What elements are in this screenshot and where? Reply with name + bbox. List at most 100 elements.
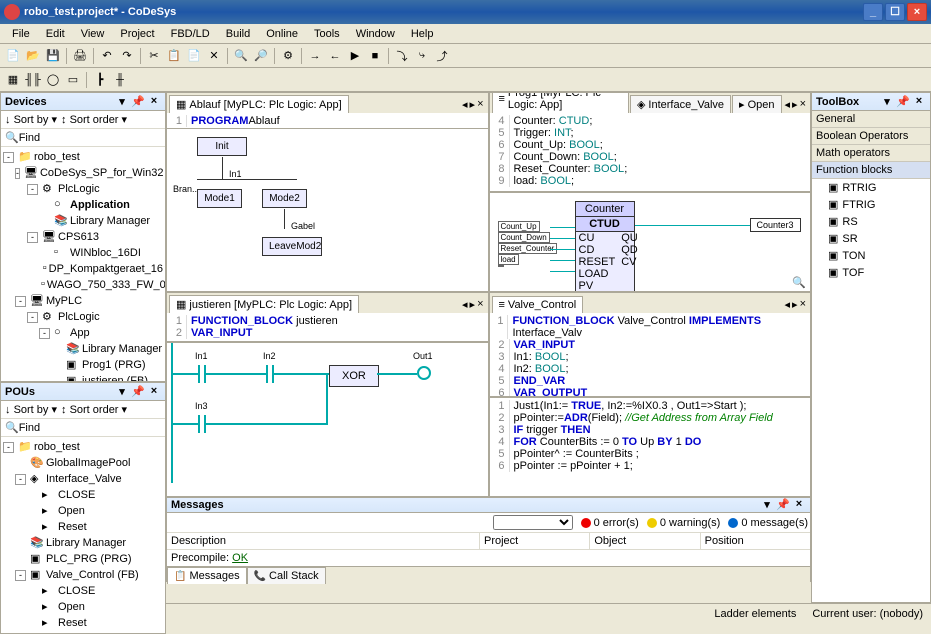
menu-edit[interactable]: Edit — [38, 26, 73, 42]
toolbox-item[interactable]: ▣RTRIG — [812, 179, 930, 196]
tree-item[interactable]: ▣Prog1 (PRG) — [3, 357, 163, 373]
menu-fbdld[interactable]: FBD/LD — [163, 26, 218, 42]
find-icon[interactable]: 🔍 — [5, 131, 19, 144]
step-into-icon[interactable]: ⤷ — [413, 47, 431, 65]
menu-build[interactable]: Build — [218, 26, 258, 42]
tree-item[interactable]: -⚙PlcLogic — [3, 309, 163, 325]
copy-icon[interactable]: 📋 — [165, 47, 183, 65]
step-over-icon[interactable]: ⤵ — [393, 47, 411, 65]
menu-project[interactable]: Project — [112, 26, 162, 42]
tree-item[interactable]: ▫DP_Kompaktgeraet_16 — [3, 261, 163, 277]
tree-item[interactable]: -🖥CPS613 — [3, 229, 163, 245]
fbd-ctud-block[interactable]: Counter CTUD CUCDRESETLOADPVQUQDCV — [575, 201, 635, 291]
menu-window[interactable]: Window — [348, 26, 403, 42]
sfc-step-mode1[interactable]: Mode1 — [197, 189, 242, 208]
devices-tree[interactable]: -📁robo_test-🖥CoDeSys_SP_for_Win32-⚙PlcLo… — [1, 147, 165, 381]
sfc-branch[interactable]: Bran.. — [173, 184, 197, 194]
toolbox-item[interactable]: ▣FTRIG — [812, 196, 930, 213]
tab-interface-valve[interactable]: ◈ Interface_Valve — [630, 95, 731, 113]
tree-item[interactable]: 📚Library Manager — [3, 213, 163, 229]
tab-prev-icon[interactable]: ◂ — [785, 298, 791, 311]
toolbox-pushpin-icon[interactable]: 📌 — [896, 95, 910, 109]
toolbox-category[interactable]: Boolean Operators — [812, 128, 930, 145]
cut-icon[interactable]: ✂ — [145, 47, 163, 65]
menu-file[interactable]: File — [4, 26, 38, 42]
contact-icon[interactable]: ╢╟ — [24, 71, 42, 89]
expand-icon[interactable]: - — [27, 232, 38, 243]
devices-pushpin-icon[interactable]: 📌 — [131, 95, 145, 109]
expand-icon[interactable]: - — [15, 474, 26, 485]
expand-icon[interactable]: - — [15, 570, 26, 581]
menu-view[interactable]: View — [73, 26, 113, 42]
build-icon[interactable]: ⚙ — [279, 47, 297, 65]
new-icon[interactable]: 📄 — [4, 47, 22, 65]
messages-tab[interactable]: 📋 Messages — [167, 567, 247, 584]
tree-item[interactable]: -⚙PlcLogic — [3, 181, 163, 197]
tree-item[interactable]: -▣Valve_Control (FB) — [3, 567, 163, 583]
toolbox-category[interactable]: General — [812, 111, 930, 128]
toolbox-item[interactable]: ▣RS — [812, 213, 930, 230]
maximize-button[interactable]: ☐ — [885, 3, 905, 21]
tree-item[interactable]: ▸Reset — [3, 615, 163, 631]
tab-valve-control[interactable]: ≡ Valve_Control — [492, 296, 584, 313]
sfc-step-init[interactable]: Init — [197, 137, 247, 156]
expand-icon[interactable]: - — [15, 296, 26, 307]
minimize-button[interactable]: _ — [863, 3, 883, 21]
ld-contact-in2[interactable] — [266, 365, 274, 383]
errors-badge[interactable]: 0 error(s) — [581, 515, 639, 530]
logout-icon[interactable]: ← — [326, 47, 344, 65]
valve-body[interactable]: 1 Just1(In1:= TRUE, In2:=%IX0.3 , Out1=>… — [490, 398, 811, 496]
pous-sort-order[interactable]: ↕ Sort order ▾ — [61, 403, 127, 416]
expand-icon[interactable]: - — [15, 168, 20, 179]
tab-ablauf[interactable]: ▦ Ablauf [MyPLC: Plc Logic: App] — [169, 95, 349, 113]
tab-justieren[interactable]: ▦ justieren [MyPLC: Plc Logic: App] — [169, 295, 359, 313]
delete-icon[interactable]: ✕ — [205, 47, 223, 65]
tab-prev-icon[interactable]: ◂ — [462, 98, 468, 111]
toolbox-item[interactable]: ▣SR — [812, 230, 930, 247]
toolbox-pin-icon[interactable]: ▾ — [880, 95, 894, 109]
tree-item[interactable]: 🎨GlobalImagePool — [3, 455, 163, 471]
expand-icon[interactable]: - — [27, 312, 38, 323]
menu-help[interactable]: Help — [403, 26, 442, 42]
messages-badge[interactable]: 0 message(s) — [728, 515, 808, 530]
prog1-declaration[interactable]: 4Counter: CTUD;5Trigger: INT;6Count_Up: … — [490, 113, 811, 193]
box-icon[interactable]: ▭ — [64, 71, 82, 89]
messages-close-icon[interactable]: × — [792, 498, 806, 512]
paste-icon[interactable]: 📄 — [185, 47, 203, 65]
valve-declaration[interactable]: 1FUNCTION_BLOCK Valve_Control IMPLEMENTS… — [490, 313, 811, 398]
tree-item[interactable]: -📁robo_test — [3, 149, 163, 165]
toolbox-close-icon[interactable]: × — [912, 95, 926, 109]
pous-sort-by[interactable]: ↓ Sort by ▾ — [5, 403, 57, 416]
expand-icon[interactable]: - — [27, 184, 38, 195]
devices-close-icon[interactable]: × — [147, 95, 161, 109]
tree-item[interactable]: ▸CLOSE — [3, 487, 163, 503]
warnings-badge[interactable]: 0 warning(s) — [647, 515, 721, 530]
expand-icon[interactable]: - — [39, 328, 50, 339]
tab-prog1[interactable]: ≡ Prog1 [MyPLC: Plc Logic: App] — [492, 92, 629, 113]
tab-close-icon[interactable]: × — [800, 298, 806, 311]
pous-close-icon[interactable]: × — [147, 385, 161, 399]
network-icon[interactable]: ▦ — [4, 71, 22, 89]
findnext-icon[interactable]: 🔎 — [252, 47, 270, 65]
devices-pin-icon[interactable]: ▾ — [115, 95, 129, 109]
tree-item[interactable]: -🖥CoDeSys_SP_for_Win32 — [3, 165, 163, 181]
tree-item[interactable]: -📁robo_test — [3, 439, 163, 455]
tree-item[interactable]: ▫WAGO_750_333_FW_07_ — [3, 277, 163, 293]
messages-pushpin-icon[interactable]: 📌 — [776, 498, 790, 512]
toolbox-category[interactable]: Function blocks — [812, 162, 930, 179]
find-icon[interactable]: 🔍 — [232, 47, 250, 65]
ld-coil-out1[interactable] — [417, 366, 431, 380]
ld-contact-in1[interactable] — [198, 365, 206, 383]
tree-item[interactable]: -🖥MyPLC — [3, 293, 163, 309]
tree-item[interactable]: -◈Interface_Valve — [3, 471, 163, 487]
precompile-ok-link[interactable]: OK — [232, 552, 248, 564]
pous-find-icon[interactable]: 🔍 — [5, 421, 19, 434]
toolbox-item[interactable]: ▣TON — [812, 247, 930, 264]
ld-contact-in3[interactable] — [198, 415, 206, 433]
pous-pushpin-icon[interactable]: 📌 — [131, 385, 145, 399]
fbd-canvas[interactable]: Counter CTUD CUCDRESETLOADPVQUQDCV Count… — [490, 193, 811, 291]
redo-icon[interactable]: ↷ — [118, 47, 136, 65]
tree-item[interactable]: ▣PLC_PRG (PRG) — [3, 551, 163, 567]
tree-item[interactable]: 📚Library Manager — [3, 535, 163, 551]
messages-pin-icon[interactable]: ▾ — [760, 498, 774, 512]
